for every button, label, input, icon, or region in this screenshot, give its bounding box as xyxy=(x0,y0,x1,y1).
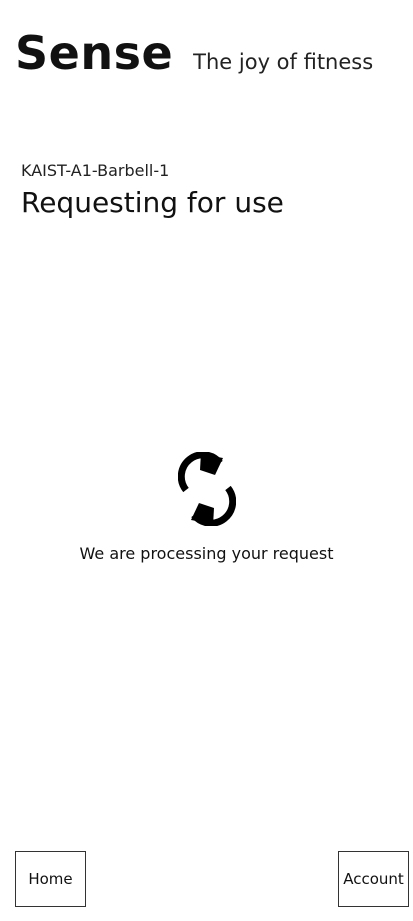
brand-logo: Sense xyxy=(15,26,174,80)
processing-status: We are processing your request xyxy=(0,451,413,563)
sync-icon xyxy=(177,451,236,527)
app-header: Sense The joy of fitness xyxy=(15,30,373,76)
home-button[interactable]: Home xyxy=(15,851,86,907)
account-button[interactable]: Account xyxy=(338,851,409,907)
device-id: KAIST-A1-Barbell-1 xyxy=(21,161,170,180)
brand-tagline: The joy of fitness xyxy=(193,50,374,74)
page-title: Requesting for use xyxy=(21,186,284,219)
status-message: We are processing your request xyxy=(79,544,334,563)
